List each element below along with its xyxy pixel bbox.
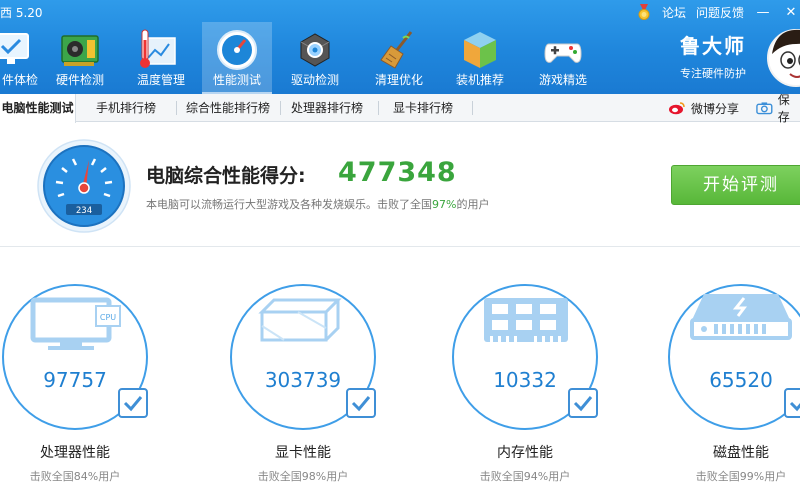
brand-name: 鲁大师 — [680, 34, 746, 58]
memory-beat-text: 击败全国94%用户 — [479, 470, 571, 483]
mascot-avatar-icon — [767, 29, 800, 87]
hardware-board-icon — [61, 35, 99, 66]
tab-divider — [378, 101, 379, 115]
app-header: 西 5.20 论坛 问题反馈 — ✕ 件体检 硬件检测 温度管理 性能测试 驱动… — [0, 0, 800, 94]
app-version: 西 5.20 — [0, 6, 43, 20]
weibo-share-label: 微博分享 — [691, 101, 740, 116]
toolbar-item-temperature[interactable]: 温度管理 — [120, 22, 202, 94]
toolbar-label: 硬件检测 — [55, 73, 104, 87]
gpu-title: 显卡性能 — [275, 445, 331, 461]
toolbar-item-build[interactable]: 装机推荐 — [440, 22, 520, 94]
driver-gear-icon — [300, 33, 330, 67]
toolbar-label: 性能测试 — [212, 73, 261, 87]
thermometer-icon — [140, 29, 176, 68]
weibo-share-button[interactable]: 微博分享 — [668, 94, 739, 122]
camera-icon — [756, 102, 773, 115]
toolbar-label: 件体检 — [1, 73, 38, 87]
medal-icon[interactable] — [636, 4, 652, 20]
tab-cpu-ranking[interactable]: 处理器排行榜 — [282, 94, 372, 122]
brand-slogan: 专注硬件防护 — [680, 67, 746, 80]
component-cpu-card: CPU 97757 处理器性能 击败全国84%用户 — [0, 282, 150, 483]
score-desc-percent: 97% — [432, 198, 457, 211]
gpu-beat-text: 击败全国98%用户 — [257, 470, 349, 483]
disk-drive-icon — [668, 284, 800, 430]
speed-gauge-icon — [217, 30, 257, 70]
toolbar-item-checkup[interactable]: 件体检 — [0, 22, 40, 94]
toolbar-item-games[interactable]: 游戏精选 — [520, 22, 606, 94]
toolbar-item-performance[interactable]: 性能测试 — [202, 22, 272, 94]
tab-overall-ranking[interactable]: 综合性能排行榜 — [178, 94, 278, 122]
score-desc-suffix: 的用户 — [456, 198, 490, 211]
checkbox-checked-icon[interactable] — [784, 388, 800, 418]
score-desc-prefix: 本电脑可以流畅运行大型游戏及各种发烧娱乐。击败了全国 — [146, 198, 432, 211]
weibo-icon — [669, 102, 685, 115]
memory-title: 内存性能 — [497, 445, 553, 461]
component-memory-card: 10332 内存性能 击败全国94%用户 — [450, 282, 600, 483]
cpu-title: 处理器性能 — [40, 445, 110, 461]
gamepad-icon — [544, 43, 582, 63]
section-divider — [0, 246, 800, 247]
component-gpu-card: 303739 显卡性能 击败全国98%用户 — [228, 282, 378, 483]
score-gauge-icon: 234 — [37, 139, 131, 233]
top-right-bar: 论坛 问题反馈 — ✕ — [636, 2, 800, 22]
save-label: 保存 — [777, 93, 790, 124]
cpu-beat-text: 击败全国84%用户 — [29, 470, 121, 483]
tab-pc-performance[interactable]: 电脑性能测试 — [0, 94, 76, 123]
toolbar-item-cleanup[interactable]: 清理优化 — [358, 22, 440, 94]
feedback-link[interactable]: 问题反馈 — [696, 4, 744, 21]
checkbox-checked-icon[interactable] — [346, 388, 376, 418]
toolbar-label: 温度管理 — [136, 73, 185, 87]
toolbar-label: 装机推荐 — [455, 73, 504, 87]
toolbar-item-driver[interactable]: 驱动检测 — [272, 22, 358, 94]
component-disk-card: 65520 磁盘性能 击败全国99%用户 — [666, 282, 800, 483]
toolbar-item-hardware[interactable]: 硬件检测 — [40, 22, 120, 94]
tab-divider — [472, 101, 473, 115]
save-button[interactable]: 保存 — [756, 93, 800, 124]
score-label: 电脑综合性能得分: — [146, 165, 306, 187]
cube-box-icon — [464, 32, 496, 68]
tab-phone-ranking[interactable]: 手机排行榜 — [82, 94, 170, 122]
close-button[interactable]: ✕ — [782, 5, 800, 20]
disk-title: 磁盘性能 — [713, 445, 769, 461]
toolbar-label: 清理优化 — [374, 73, 423, 87]
disk-score-value: 65520 — [709, 368, 773, 392]
toolbar-label: 游戏精选 — [538, 73, 587, 87]
brand-block: 鲁大师 专注硬件防护 — [680, 30, 746, 81]
gauge-readout: 234 — [76, 206, 92, 216]
tab-divider — [176, 101, 177, 115]
broom-icon — [380, 31, 413, 69]
score-value: 477348 — [338, 157, 457, 188]
checkbox-checked-icon[interactable] — [118, 388, 148, 418]
monitor-check-icon — [0, 33, 29, 64]
checkbox-checked-icon[interactable] — [568, 388, 598, 418]
forum-link[interactable]: 论坛 — [662, 4, 686, 21]
minimize-button[interactable]: — — [754, 5, 772, 20]
main-toolbar: 件体检 硬件检测 温度管理 性能测试 驱动检测 清理优化 装机推荐 游戏精选 — [0, 22, 606, 94]
tab-divider — [280, 101, 281, 115]
sub-tab-bar: 电脑性能测试 手机排行榜 综合性能排行榜 处理器排行榜 显卡排行榜 微博分享 保… — [0, 93, 800, 124]
start-benchmark-button[interactable]: 开始评测 — [671, 165, 800, 205]
disk-beat-text: 击败全国99%用户 — [695, 470, 787, 483]
toolbar-label: 驱动检测 — [290, 73, 339, 87]
tab-gpu-ranking[interactable]: 显卡排行榜 — [380, 94, 466, 122]
cpu-chip-tag: CPU — [100, 313, 116, 322]
score-description: 本电脑可以流畅运行大型游戏及各种发烧娱乐。击败了全国97%的用户 — [146, 196, 489, 212]
